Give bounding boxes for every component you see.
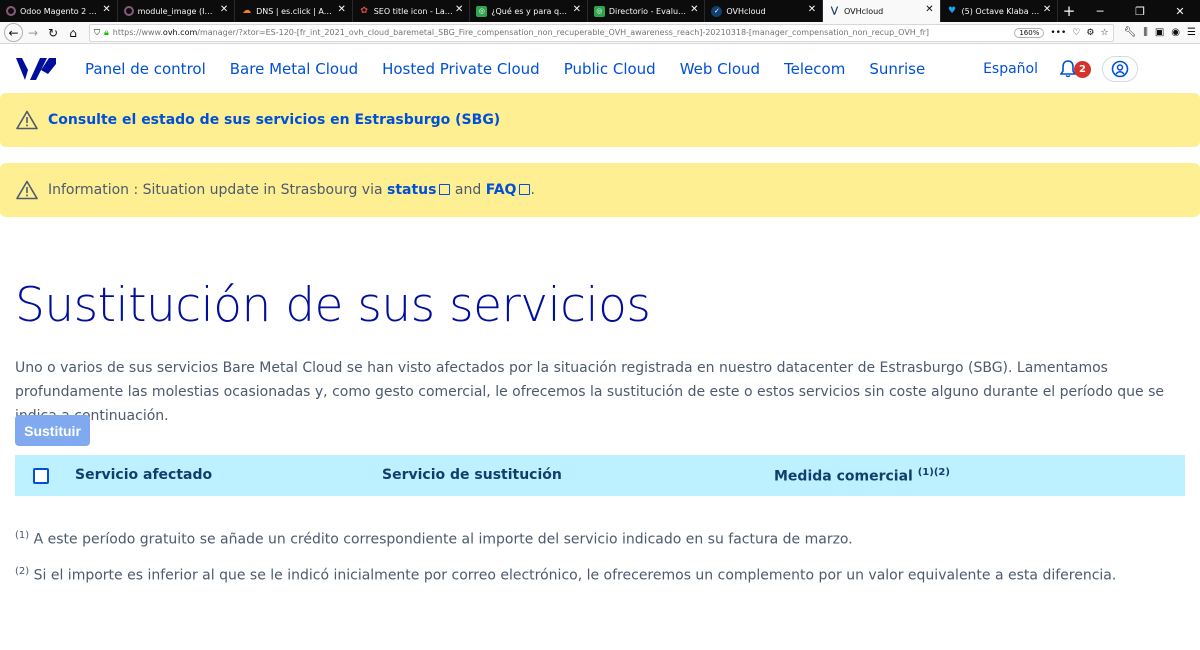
new-tab-icon[interactable]: +: [1058, 0, 1080, 22]
zoom-indicator[interactable]: 160%: [1014, 27, 1045, 38]
nav-panel-de-control[interactable]: Panel de control: [85, 60, 206, 78]
shield-icon[interactable]: ⛉: [94, 28, 100, 38]
browser-tab-active[interactable]: ⋁ OVHcloud ✕: [822, 0, 941, 22]
seo-icon: ✿: [360, 6, 368, 16]
browser-tab[interactable]: ☁DNS | es.click | Account✕: [235, 0, 353, 22]
sbg-status-alert: Consulte el estado de sus servicios en E…: [0, 93, 1200, 147]
home-icon[interactable]: ⌂: [63, 23, 83, 43]
page-actions-icon[interactable]: •••: [1050, 28, 1066, 38]
nav-telecom[interactable]: Telecom: [784, 60, 845, 78]
browser-tab[interactable]: module_image (Imagen✕: [118, 0, 236, 22]
page-title: Sustitución de sus servicios: [15, 278, 651, 333]
external-link-icon[interactable]: [439, 184, 451, 195]
close-tab-icon[interactable]: ✕: [806, 4, 818, 16]
external-link-icon[interactable]: [519, 184, 531, 195]
close-tab-icon[interactable]: ✕: [688, 4, 700, 16]
footnote-1: (1) A este período gratuito se añade un …: [15, 530, 853, 548]
browser-nav-bar: ← → ↻ ⌂ ⛉ 🔒︎ https://www.ovh.com/manager…: [0, 22, 1200, 44]
nav-sunrise[interactable]: Sunrise: [869, 60, 925, 78]
faq-link[interactable]: FAQ: [486, 182, 517, 198]
close-tab-icon[interactable]: ✕: [571, 4, 583, 16]
column-header-commercial-measure[interactable]: Medida comercial (1)(2): [774, 467, 950, 485]
close-tab-icon[interactable]: ✕: [924, 4, 936, 16]
warning-icon: [16, 180, 38, 200]
restore-icon[interactable]: ❐: [1120, 0, 1160, 22]
services-table-header: Servicio afectado Servicio de sustitució…: [15, 455, 1185, 496]
nav-public-cloud[interactable]: Public Cloud: [564, 60, 656, 78]
pocket-icon[interactable]: ♡: [1072, 28, 1080, 38]
forward-icon[interactable]: →: [23, 23, 43, 43]
close-tab-icon[interactable]: ✕: [453, 4, 465, 16]
ovh-icon: ⋁: [830, 6, 839, 16]
browser-tab-bar: Odoo Magento 2 Conne✕ module_image (Imag…: [0, 0, 1200, 22]
close-window-icon[interactable]: ✕: [1160, 0, 1200, 22]
browser-tab[interactable]: Odoo Magento 2 Conne✕: [0, 0, 118, 22]
notification-badge: 2: [1074, 61, 1091, 78]
reload-icon[interactable]: ↻: [43, 23, 63, 43]
site-icon: ◎: [476, 5, 488, 17]
close-tab-icon[interactable]: ✕: [1041, 4, 1053, 16]
sidebar-icon[interactable]: ▣: [1155, 27, 1164, 38]
column-header-replacement-service[interactable]: Servicio de sustitución: [382, 467, 562, 483]
nav-bare-metal-cloud[interactable]: Bare Metal Cloud: [230, 60, 358, 78]
address-bar[interactable]: ⛉ 🔒︎ https://www.ovh.com/manager/?xtor=E…: [89, 23, 1114, 42]
footnote-2: (2) Si el importe es inferior al que se …: [15, 566, 1117, 584]
library-icon[interactable]: ⫼: [1143, 27, 1148, 38]
column-header-affected-service[interactable]: Servicio afectado: [75, 467, 212, 483]
menu-icon[interactable]: ☰: [1187, 27, 1196, 38]
close-tab-icon[interactable]: ✕: [101, 4, 113, 16]
main-nav: Panel de control Bare Metal Cloud Hosted…: [85, 60, 949, 78]
info-message: Information : Situation update in Strasb…: [48, 182, 535, 198]
nav-web-cloud[interactable]: Web Cloud: [680, 60, 760, 78]
bookmark-star-icon[interactable]: ☆: [1100, 28, 1108, 38]
sbg-status-link[interactable]: Consulte el estado de sus servicios en E…: [48, 112, 500, 128]
close-tab-icon[interactable]: ✕: [218, 4, 230, 16]
browser-tab[interactable]: ♥(5) Octave Klaba en Twit✕: [941, 0, 1059, 22]
replace-button[interactable]: Sustituir: [15, 415, 90, 446]
info-alert: Information : Situation update in Strasb…: [0, 163, 1200, 217]
twitter-icon: ♥: [947, 6, 957, 16]
site-icon: ◎: [593, 5, 605, 17]
profile-icon[interactable]: ◉: [1171, 27, 1180, 38]
nav-hosted-private-cloud[interactable]: Hosted Private Cloud: [382, 60, 540, 78]
cloudflare-icon: ☁: [242, 6, 252, 16]
back-icon[interactable]: ←: [4, 23, 23, 42]
tools-icon[interactable]: 🔧︎: [1124, 27, 1137, 38]
minimize-icon[interactable]: ─: [1080, 0, 1120, 22]
account-button[interactable]: [1102, 56, 1138, 82]
warning-icon: [16, 110, 38, 130]
lock-icon[interactable]: 🔒︎: [104, 28, 109, 38]
extension-icon[interactable]: ⚙: [1086, 28, 1094, 38]
odoo-icon: [6, 6, 16, 16]
select-all-checkbox[interactable]: [33, 467, 49, 484]
status-link[interactable]: status: [387, 182, 436, 198]
notifications-button[interactable]: 2: [1060, 58, 1092, 80]
language-selector[interactable]: Español: [983, 61, 1038, 77]
site-header: Panel de control Bare Metal Cloud Hosted…: [0, 46, 1200, 92]
ovh-icon: ✓: [711, 5, 723, 17]
page-description: Uno o varios de sus servicios Bare Metal…: [15, 360, 1164, 424]
close-tab-icon[interactable]: ✕: [336, 4, 348, 16]
user-icon: [1111, 60, 1129, 78]
browser-tab[interactable]: ✓ OVHcloud ✕: [705, 0, 823, 22]
ovhcloud-logo[interactable]: [6, 46, 66, 92]
browser-tab[interactable]: ◎Directorio - Evaluando S✕: [588, 0, 706, 22]
browser-tab[interactable]: ◎¿Qué es y para qué sirve✕: [470, 0, 588, 22]
odoo-icon: [123, 6, 134, 16]
browser-tab[interactable]: ✿SEO title icon - La Red✕: [353, 0, 471, 22]
